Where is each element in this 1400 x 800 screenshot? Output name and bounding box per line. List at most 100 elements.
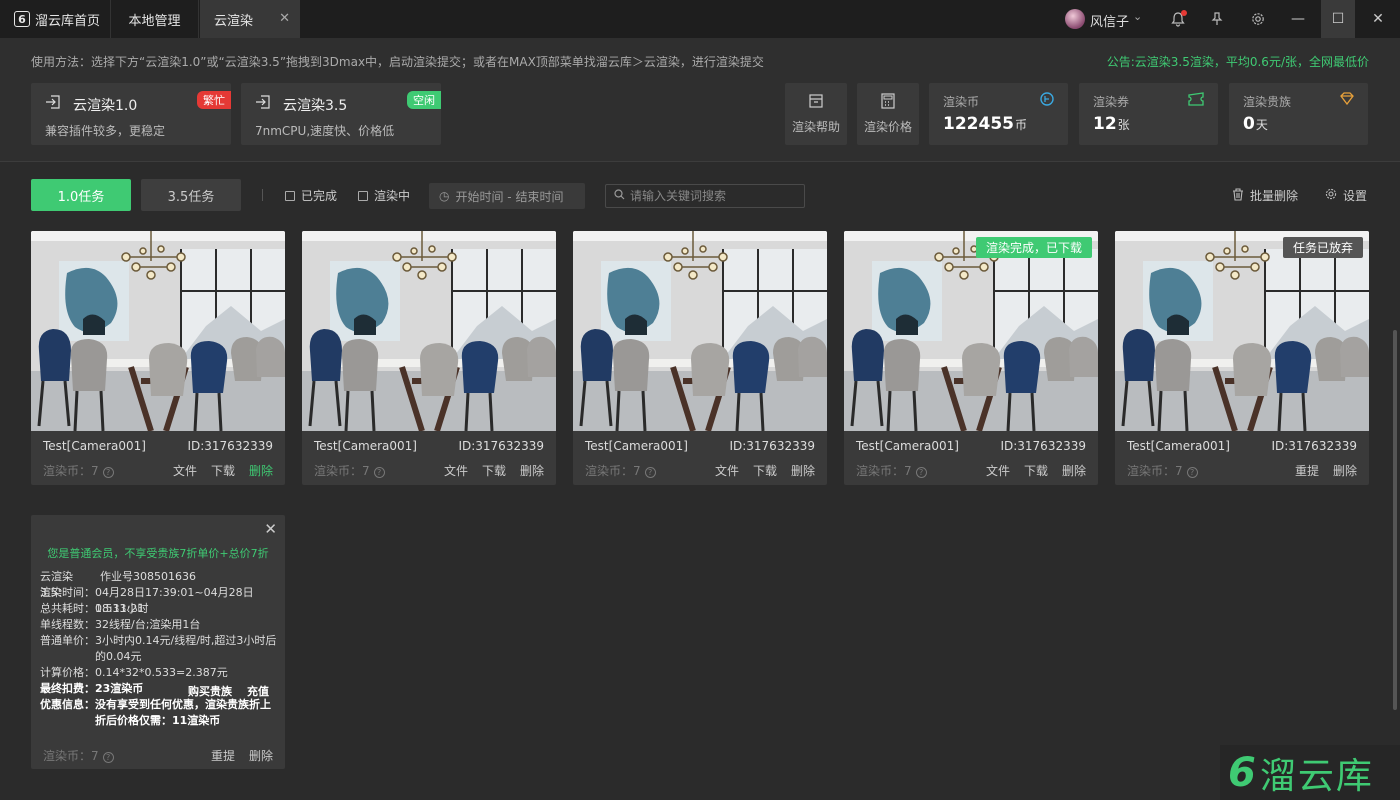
brand-name: 溜云库 (1259, 755, 1374, 797)
task-card[interactable]: 任务已放弃 Test[Camera001] ID:317632339 渲染币：7… (1115, 231, 1369, 485)
tab-cloud-render[interactable]: 云渲染 ✕ (200, 0, 300, 38)
download-button[interactable]: 下载 (211, 462, 235, 479)
help-icon[interactable]: ? (915, 467, 927, 478)
render-v1-title: 云渲染1.0 (73, 98, 138, 114)
help-icon[interactable]: ? (373, 467, 385, 478)
search-box[interactable] (605, 184, 805, 208)
help-icon[interactable]: ? (102, 752, 114, 763)
task-card[interactable]: Test[Camera001] ID:317632339 渲染币：7? 文件 下… (573, 231, 827, 485)
download-button[interactable]: 下载 (1024, 462, 1048, 479)
announcement[interactable]: 公告:云渲染3.5渲染，平均0.6元/张，全网最低价 (1107, 53, 1369, 70)
window-close-button[interactable]: ✕ (1361, 0, 1395, 38)
tab-local-management[interactable]: 本地管理 (110, 0, 199, 38)
maximize-button[interactable]: ☐ (1321, 0, 1355, 38)
task-status-tag: 渲染完成，已下载 (975, 237, 1092, 258)
task-id: ID:317632339 (187, 439, 273, 453)
filter-rendering-checkbox[interactable]: 渲染中 (358, 187, 410, 204)
delete-button[interactable]: 删除 (1333, 462, 1357, 479)
delete-button[interactable]: 删除 (520, 462, 544, 479)
download-button[interactable]: 下载 (482, 462, 506, 479)
detail-row-calc: 计算价格： 0.14*32*0.533=2.387元 (40, 666, 228, 679)
pin-icon[interactable] (1207, 9, 1227, 29)
tab-home-label: 溜云库首页 (35, 13, 101, 29)
file-button[interactable]: 文件 (444, 462, 468, 479)
settings-button[interactable]: 设置 (1325, 187, 1367, 204)
detail-row-unit-price: 普通单价： 3小时内0.14元/线程/时,超过3小时后的0.04元 (40, 634, 277, 663)
member-notice: 您是普通会员，不享受贵族7折单价+总价7折 (47, 547, 269, 560)
render-thumbnail[interactable] (573, 231, 827, 431)
render-help-button[interactable]: 渲染帮助 (785, 83, 847, 145)
delete-button[interactable]: 删除 (1062, 462, 1086, 479)
batch-delete-button[interactable]: 批量删除 (1232, 187, 1298, 204)
render-help-label: 渲染帮助 (791, 120, 840, 134)
tab-home[interactable]: 6 溜云库首页 (0, 0, 109, 38)
delete-button[interactable]: 删除 (249, 747, 273, 764)
render-v1-card[interactable]: 云渲染1.0 繁忙 兼容插件较多，更稳定 (31, 83, 231, 145)
render-price-label: 渲染价格 (863, 120, 912, 134)
task-card[interactable]: 渲染完成，已下载 Test[Camera001] ID:317632339 渲染… (844, 231, 1098, 485)
help-icon[interactable]: ? (644, 467, 656, 478)
file-button[interactable]: 文件 (715, 462, 739, 479)
render-header: 使用方法：选择下方“云渲染1.0”或“云渲染3.5”拖拽到3Dmax中，启动渲染… (0, 38, 1400, 162)
task-card[interactable]: Test[Camera001] ID:317632339 渲染币：7? 文件 下… (31, 231, 285, 485)
render-thumbnail[interactable] (844, 231, 1098, 431)
task-actions: 文件 下载 删除 (986, 462, 1086, 479)
calculator-icon (880, 93, 896, 113)
help-icon[interactable]: ? (102, 467, 114, 478)
drag-in-icon (45, 95, 61, 113)
scrollbar[interactable] (1393, 330, 1397, 710)
avatar[interactable] (1065, 9, 1085, 29)
task-name: Test[Camera001] (314, 439, 417, 453)
task-card[interactable]: Test[Camera001] ID:317632339 渲染币：7? 文件 下… (302, 231, 556, 485)
close-icon[interactable]: ✕ (264, 520, 277, 538)
settings-label: 设置 (1343, 189, 1368, 203)
delete-button[interactable]: 删除 (791, 462, 815, 479)
detail-row-final: 最终扣费： 23渲染币 (40, 682, 144, 695)
file-button[interactable]: 文件 (986, 462, 1010, 479)
render-coin-cost: 渲染币：7? (856, 462, 927, 479)
render-thumbnail[interactable] (302, 231, 556, 431)
download-button[interactable]: 下载 (753, 462, 777, 479)
checkbox-box (285, 190, 295, 201)
brand-logo-icon: 6 (1228, 749, 1256, 796)
resubmit-button[interactable]: 重提 (1295, 462, 1319, 479)
render-v35-card[interactable]: 云渲染3.5 空闲 7nmCPU,速度快、价格低 (241, 83, 441, 145)
status-badge-busy: 繁忙 (197, 91, 231, 109)
render-v35-desc: 7nmCPU,速度快、价格低 (255, 124, 395, 138)
chevron-down-icon[interactable]: ⌄ (1133, 10, 1142, 23)
task-actions: 重提 删除 (1295, 462, 1357, 479)
render-price-button[interactable]: 渲染价格 (857, 83, 919, 145)
filter-completed-checkbox[interactable]: 已完成 (285, 187, 337, 204)
app-logo-icon: 6 (14, 11, 30, 27)
help-icon[interactable]: ? (1186, 467, 1198, 478)
bell-icon[interactable] (1168, 9, 1188, 29)
resubmit-button[interactable]: 重提 (211, 747, 235, 764)
diamond-icon (1340, 92, 1354, 109)
gear-icon[interactable] (1248, 9, 1268, 29)
tab-local-label: 本地管理 (128, 13, 181, 29)
task-id: ID:317632339 (729, 439, 815, 453)
file-button[interactable]: 文件 (173, 462, 197, 479)
divider (262, 189, 263, 201)
username[interactable]: 风信子 (1090, 11, 1129, 30)
minimize-button[interactable]: — (1281, 0, 1315, 38)
detail-actions: 重提 删除 (211, 747, 273, 764)
detail-row-threads: 单线程数： 32线程/台;渲染用1台 (40, 618, 201, 631)
render-voucher-label: 渲染券 (1093, 95, 1130, 109)
date-range-picker[interactable]: ◷ 开始时间 - 结束时间 (429, 183, 585, 209)
search-input[interactable] (630, 189, 800, 203)
render-noble-card[interactable]: 渲染贵族 0天 (1229, 83, 1368, 145)
render-thumbnail[interactable] (31, 231, 285, 431)
render-thumbnail[interactable] (1115, 231, 1369, 431)
render-coin-cost: 渲染币：7? (585, 462, 656, 479)
render-voucher-card[interactable]: 渲染券 12张 (1079, 83, 1218, 145)
task-name: Test[Camera001] (1127, 439, 1230, 453)
tab-tasks-v35[interactable]: 3.5任务 (141, 179, 241, 211)
delete-button[interactable]: 删除 (249, 462, 273, 479)
tab-tasks-v1[interactable]: 1.0任务 (31, 179, 131, 211)
billing-detail-panel: ✕ 您是普通会员，不享受贵族7折单价+总价7折 云渲染3.5： 作业号308501… (31, 515, 285, 769)
render-v1-desc: 兼容插件较多，更稳定 (45, 124, 166, 138)
close-tab-icon[interactable]: ✕ (279, 11, 290, 26)
tab-cloud-label: 云渲染 (214, 13, 254, 29)
render-coin-card[interactable]: 渲染币 122455币 (929, 83, 1068, 145)
